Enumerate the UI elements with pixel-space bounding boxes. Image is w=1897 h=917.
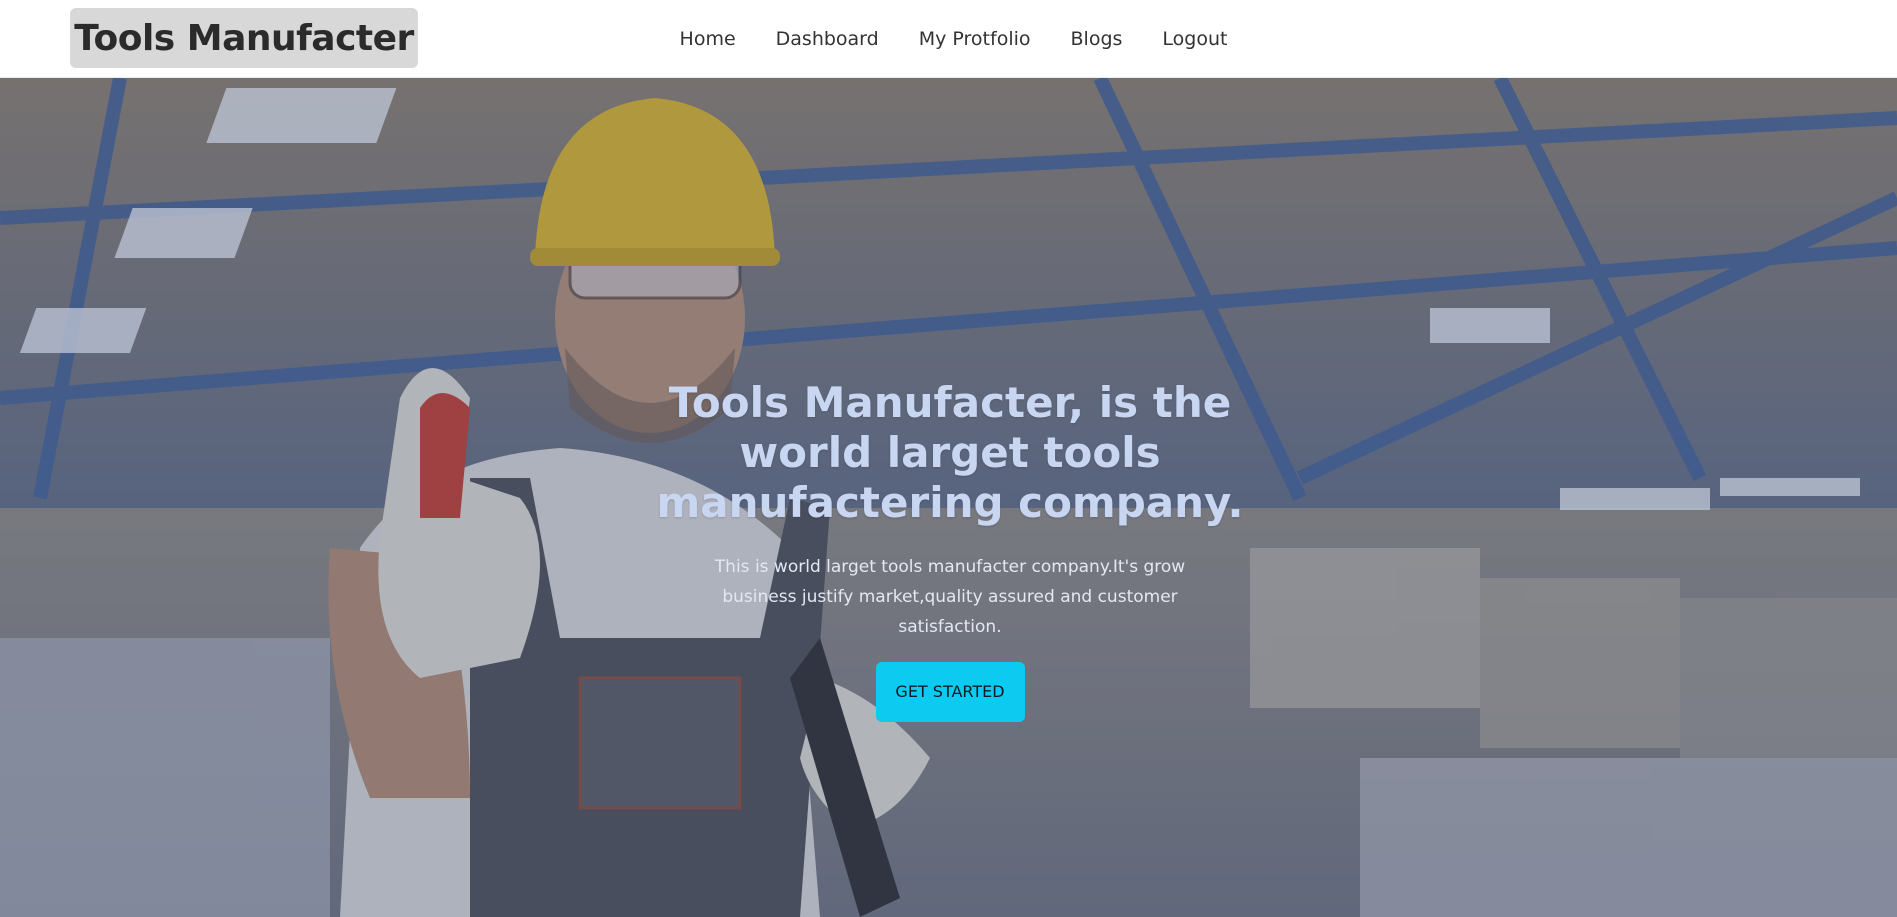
nav-menu: Home Dashboard My Protfolio Blogs Logout: [0, 0, 1897, 78]
hero-title: Tools Manufacter, is the world larget to…: [656, 378, 1244, 527]
hero-content: Tools Manufacter, is the world larget to…: [640, 378, 1260, 722]
get-started-button[interactable]: GET STARTED: [875, 662, 1025, 722]
nav-link-portfolio[interactable]: My Protfolio: [899, 28, 1051, 50]
nav-link-dashboard[interactable]: Dashboard: [756, 28, 899, 50]
nav-link-blogs[interactable]: Blogs: [1051, 28, 1143, 50]
nav-link-logout[interactable]: Logout: [1142, 28, 1247, 50]
navbar: Tools Manufacter Home Dashboard My Protf…: [0, 0, 1897, 78]
hero-section: Tools Manufacter, is the world larget to…: [0, 78, 1897, 917]
hero-subtitle: This is world larget tools manufacter co…: [714, 557, 1186, 637]
nav-link-home[interactable]: Home: [660, 28, 756, 50]
